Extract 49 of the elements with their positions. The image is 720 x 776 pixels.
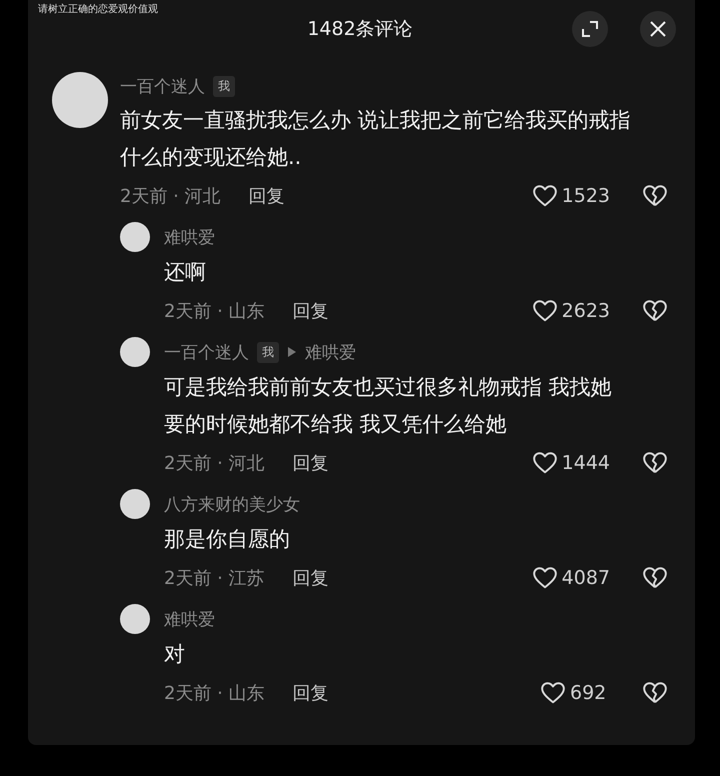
notice-text: 请树立正确的恋爱观价值观 xyxy=(38,2,158,16)
like-count: 2623 xyxy=(562,300,610,322)
like-count: 4087 xyxy=(562,567,610,589)
comments-title: 1482条评论 xyxy=(307,17,413,42)
expand-icon xyxy=(581,20,599,38)
like-count: 1523 xyxy=(562,185,610,207)
comment-text: 前女友一直骚扰我怎么办 说让我把之前它给我买的戒指什么的变现还给她.. xyxy=(120,107,632,171)
heart-icon[interactable] xyxy=(532,298,558,324)
avatar[interactable] xyxy=(120,489,150,519)
comment-time-location: 2天前 · 山东 xyxy=(164,682,265,705)
broken-heart-icon[interactable] xyxy=(642,450,668,476)
close-button[interactable] xyxy=(640,11,676,47)
reply-button[interactable]: 回复 xyxy=(292,566,329,590)
avatar[interactable] xyxy=(120,604,150,634)
heart-icon[interactable] xyxy=(540,680,566,706)
avatar[interactable] xyxy=(120,222,150,252)
heart-icon[interactable] xyxy=(532,450,558,476)
broken-heart-icon[interactable] xyxy=(642,298,668,324)
reply-button[interactable]: 回复 xyxy=(292,451,329,475)
comment-author[interactable]: 一百个迷人 xyxy=(120,74,205,98)
comment-time-location: 2天前 · 山东 xyxy=(164,300,265,323)
broken-heart-icon[interactable] xyxy=(642,680,668,706)
comment-text: 对 xyxy=(164,641,186,668)
comment-time-location: 2天前 · 河北 xyxy=(120,185,221,208)
reply-button[interactable]: 回复 xyxy=(292,681,329,705)
author-tag: 我 xyxy=(213,76,235,96)
heart-icon[interactable] xyxy=(532,565,558,591)
comment-time-location: 2天前 · 江苏 xyxy=(164,567,265,590)
comment-text: 可是我给我前前女友也买过很多礼物戒指 我找她要的时候她都不给我 我又凭什么给她 xyxy=(164,374,613,438)
comment-author[interactable]: 一百个迷人 xyxy=(164,340,249,364)
comment-time-location: 2天前 · 河北 xyxy=(164,452,265,475)
like-count: 692 xyxy=(570,682,608,704)
avatar[interactable] xyxy=(120,337,150,367)
comment-text: 那是你自愿的 xyxy=(164,526,291,553)
like-count: 1444 xyxy=(562,452,610,474)
comment-author[interactable]: 难哄爱 xyxy=(164,608,215,630)
close-icon xyxy=(649,20,667,38)
reply-to-author[interactable]: 难哄爱 xyxy=(305,340,356,364)
reply-button[interactable]: 回复 xyxy=(292,299,329,323)
author-tag: 我 xyxy=(257,342,279,362)
heart-icon[interactable] xyxy=(532,183,558,209)
comment-author[interactable]: 八方来财的美少女 xyxy=(164,492,300,516)
reply-button[interactable]: 回复 xyxy=(248,184,285,208)
comment-author[interactable]: 难哄爱 xyxy=(164,226,215,248)
comment-text: 还啊 xyxy=(164,259,207,286)
triangle-icon xyxy=(287,346,297,358)
broken-heart-icon[interactable] xyxy=(642,183,668,209)
expand-button[interactable] xyxy=(572,11,608,47)
broken-heart-icon[interactable] xyxy=(642,565,668,591)
